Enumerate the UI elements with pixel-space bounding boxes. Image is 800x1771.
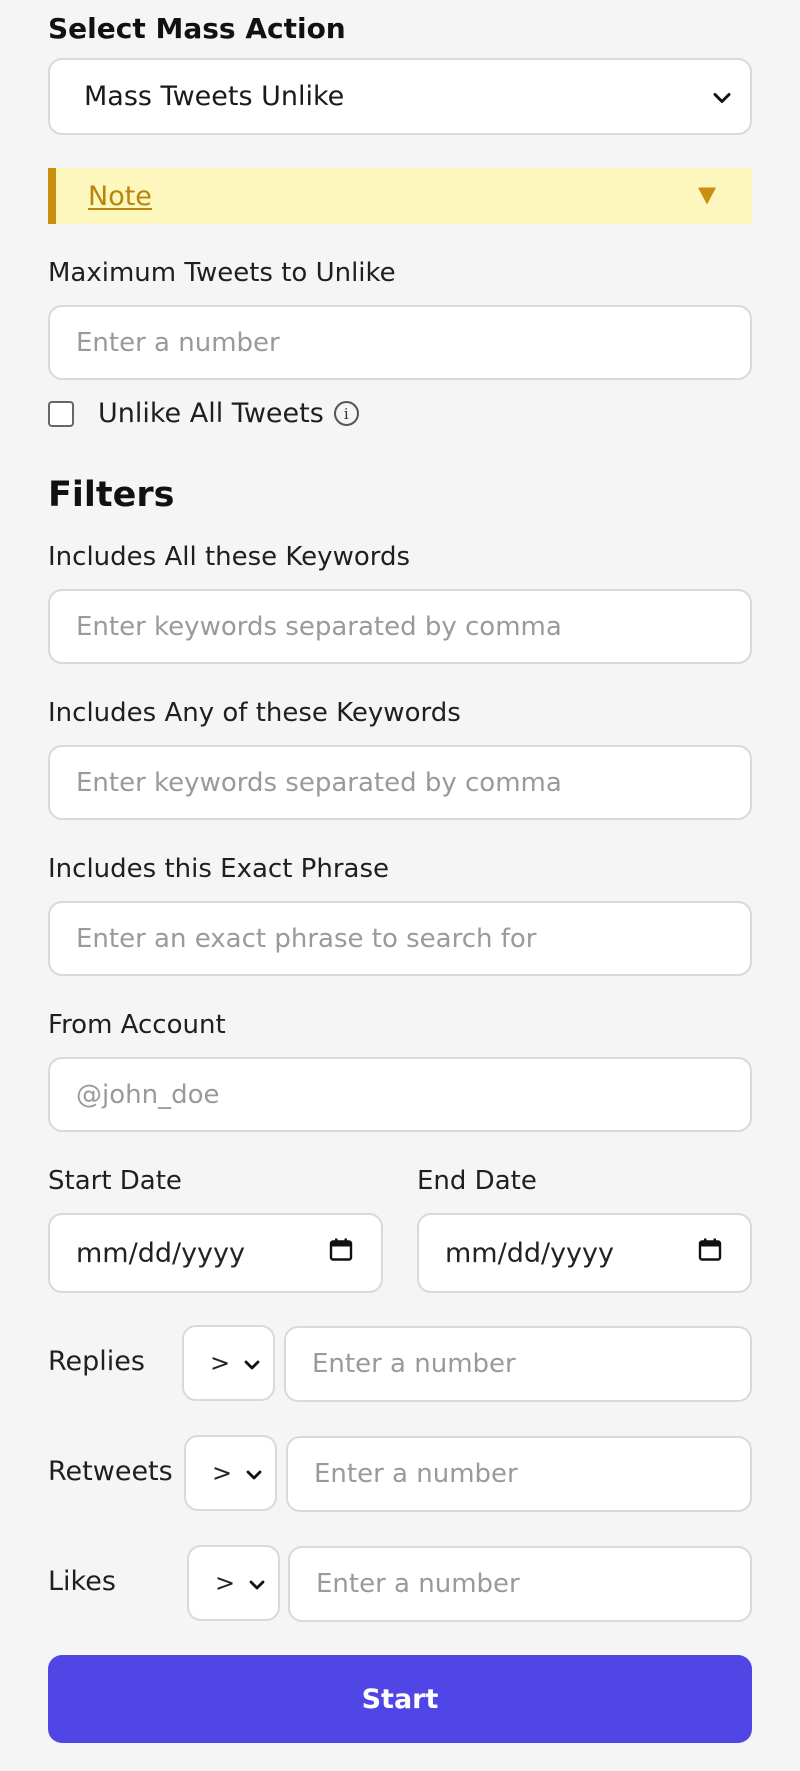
note-toggle[interactable]: Note (48, 168, 752, 224)
replies-placeholder: Enter a number (312, 1349, 516, 1379)
replies-count-input[interactable]: Enter a number (284, 1326, 752, 1402)
note-label: Note (88, 180, 152, 212)
exact-phrase-input[interactable]: Enter an exact phrase to search for (48, 901, 752, 976)
start-date-placeholder: mm/dd/yyyy (76, 1237, 245, 1269)
unlike-all-row: Unlike All Tweets i (48, 398, 359, 429)
replies-operator-select[interactable]: > (182, 1325, 275, 1401)
chevron-down-icon (712, 81, 732, 112)
any-keywords-label: Includes Any of these Keywords (48, 698, 461, 728)
start-button[interactable]: Start (48, 1655, 752, 1743)
filters-heading: Filters (48, 475, 175, 515)
retweets-count-input[interactable]: Enter a number (286, 1436, 752, 1512)
all-keywords-input[interactable]: Enter keywords separated by comma (48, 589, 752, 664)
max-tweets-placeholder: Enter a number (76, 327, 280, 358)
likes-label: Likes (48, 1566, 116, 1597)
likes-count-input[interactable]: Enter a number (288, 1546, 752, 1622)
calendar-icon[interactable] (329, 1238, 353, 1269)
start-date-label: Start Date (48, 1166, 182, 1196)
triangle-down-icon (698, 187, 716, 205)
end-date-input[interactable]: mm/dd/yyyy (417, 1213, 752, 1293)
end-date-placeholder: mm/dd/yyyy (445, 1237, 614, 1269)
retweets-operator-select[interactable]: > (184, 1435, 277, 1511)
info-icon[interactable]: i (333, 401, 359, 426)
any-keywords-placeholder: Enter keywords separated by comma (76, 767, 562, 798)
likes-operator-select[interactable]: > (187, 1545, 280, 1621)
likes-placeholder: Enter a number (316, 1569, 520, 1599)
calendar-icon[interactable] (698, 1238, 722, 1269)
max-tweets-input[interactable]: Enter a number (48, 305, 752, 380)
any-keywords-input[interactable]: Enter keywords separated by comma (48, 745, 752, 820)
from-account-label: From Account (48, 1010, 226, 1040)
end-date-label: End Date (417, 1166, 537, 1196)
all-keywords-placeholder: Enter keywords separated by comma (76, 611, 562, 642)
exact-phrase-placeholder: Enter an exact phrase to search for (76, 923, 537, 954)
all-keywords-label: Includes All these Keywords (48, 542, 411, 572)
replies-label: Replies (48, 1346, 145, 1377)
likes-operator-value: > (215, 1569, 236, 1597)
info-glyph: i (343, 404, 349, 423)
unlike-all-label: Unlike All Tweets (98, 398, 324, 429)
retweets-operator-value: > (212, 1459, 233, 1487)
chevron-down-icon (245, 1459, 263, 1487)
from-account-input[interactable]: @john_doe (48, 1057, 752, 1132)
chevron-down-icon (243, 1349, 261, 1377)
chevron-down-icon (248, 1569, 266, 1597)
start-date-input[interactable]: mm/dd/yyyy (48, 1213, 383, 1293)
unlike-all-checkbox[interactable] (48, 400, 74, 427)
max-tweets-label: Maximum Tweets to Unlike (48, 258, 396, 288)
exact-phrase-label: Includes this Exact Phrase (48, 854, 389, 884)
mass-action-value: Mass Tweets Unlike (84, 81, 345, 112)
retweets-placeholder: Enter a number (314, 1459, 518, 1489)
from-account-placeholder: @john_doe (76, 1079, 220, 1110)
mass-action-select[interactable]: Mass Tweets Unlike (48, 58, 752, 135)
retweets-label: Retweets (48, 1456, 173, 1487)
replies-operator-value: > (210, 1349, 231, 1377)
page-title: Select Mass Action (48, 12, 346, 45)
